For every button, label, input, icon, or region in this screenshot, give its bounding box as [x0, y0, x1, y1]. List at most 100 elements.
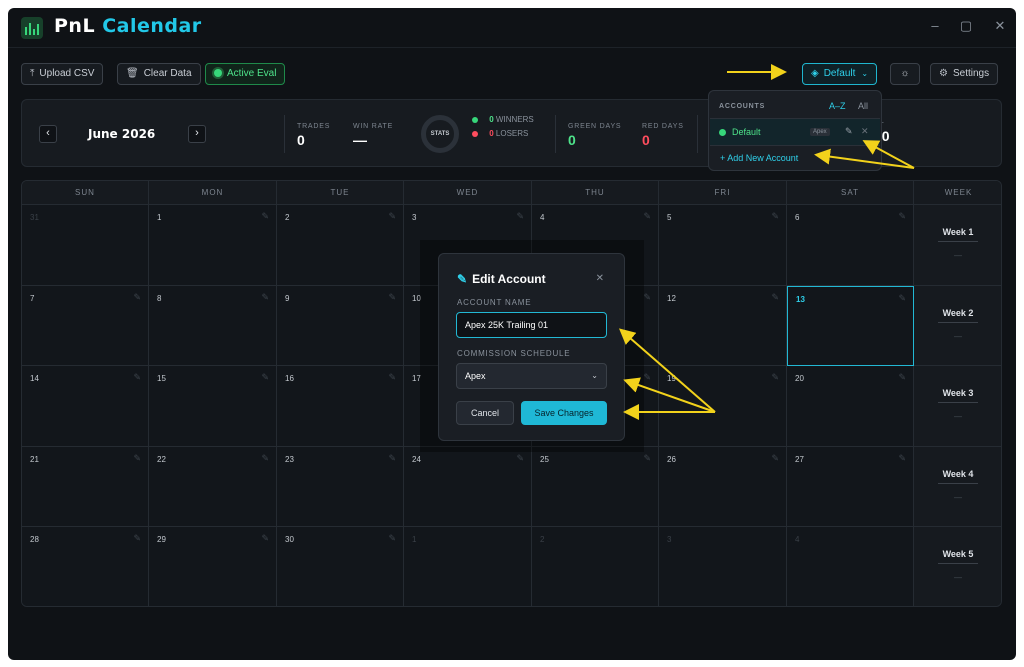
week-value: — [954, 412, 962, 421]
edit-day-icon[interactable]: ✎ [261, 372, 269, 383]
edit-day-icon[interactable]: ✎ [388, 211, 396, 222]
delete-account-icon[interactable]: ✕ [861, 126, 869, 137]
clear-data-button[interactable]: 🗑 Clear Data [117, 63, 201, 85]
close-window-icon[interactable]: ✕ [992, 18, 1008, 34]
day-cell[interactable]: 31 [22, 205, 149, 286]
sort-az-button[interactable]: A–Z [829, 101, 846, 111]
commission-schedule-select[interactable]: Apex ⌄ [456, 363, 607, 389]
day-cell[interactable]: 2 [532, 527, 659, 606]
account-name-field[interactable] [456, 312, 607, 338]
edit-day-icon[interactable]: ✎ [516, 211, 524, 222]
edit-day-icon[interactable]: ✎ [643, 211, 651, 222]
edit-day-icon[interactable]: ✎ [388, 453, 396, 464]
win-rate-label: WIN RATE [353, 123, 394, 130]
upload-csv-button[interactable]: ⤒ Upload CSV [21, 63, 104, 85]
edit-day-icon[interactable]: ✎ [898, 211, 906, 222]
edit-day-icon[interactable]: ✎ [898, 293, 906, 304]
day-cell[interactable]: 8 ✎ [149, 285, 277, 366]
edit-day-icon[interactable]: ✎ [643, 292, 651, 303]
day-cell[interactable]: 27 ✎ [787, 446, 914, 527]
active-eval-button[interactable]: Active Eval [205, 63, 286, 85]
day-cell[interactable]: 13 ✎ [787, 285, 914, 366]
day-cell[interactable]: 26 ✎ [659, 446, 787, 527]
day-cell[interactable]: 1 [404, 527, 532, 606]
active-status-dot-icon [214, 69, 222, 77]
edit-day-icon[interactable]: ✎ [388, 533, 396, 544]
edit-day-icon[interactable]: ✎ [388, 372, 396, 383]
day-cell[interactable]: 19 ✎ [659, 366, 787, 447]
next-month-button[interactable]: › [188, 125, 206, 143]
edit-day-icon[interactable]: ✎ [261, 533, 269, 544]
day-cell[interactable]: 20 ✎ [787, 366, 914, 447]
filter-all-button[interactable]: All [858, 101, 868, 111]
day-cell[interactable]: 16 ✎ [277, 366, 404, 447]
edit-day-icon[interactable]: ✎ [771, 292, 779, 303]
close-icon[interactable]: ✕ [596, 273, 604, 284]
day-number: 30 [285, 535, 294, 544]
edit-day-icon[interactable]: ✎ [771, 453, 779, 464]
app-window: PnL Calendar – ▢ ✕ ⤒ Upload CSV 🗑 Clear Da… [8, 8, 1016, 660]
day-cell[interactable]: 1 ✎ [149, 205, 277, 286]
day-cell[interactable]: 7 ✎ [22, 285, 149, 366]
theme-toggle-button[interactable]: ☼ [890, 63, 920, 85]
day-cell[interactable]: 21 ✎ [22, 446, 149, 527]
header-thu: THU [532, 181, 659, 205]
edit-day-icon[interactable]: ✎ [133, 453, 141, 464]
prev-month-button[interactable]: ‹ [39, 125, 57, 143]
day-cell[interactable]: 25 ✎ [532, 446, 659, 527]
accounts-dropdown: ACCOUNTS A–Z All Default Apex ✎ ✕ + Add … [708, 90, 882, 171]
edit-day-icon[interactable]: ✎ [261, 292, 269, 303]
edit-day-icon[interactable]: ✎ [261, 453, 269, 464]
upload-icon: ⤒ [30, 68, 35, 79]
edit-day-icon[interactable]: ✎ [133, 292, 141, 303]
day-cell[interactable]: 2 ✎ [277, 205, 404, 286]
minimize-icon[interactable]: – [927, 18, 943, 33]
edit-day-icon[interactable]: ✎ [643, 453, 651, 464]
week-value: — [954, 573, 962, 582]
day-cell[interactable]: 6 ✎ [787, 205, 914, 286]
edit-day-icon[interactable]: ✎ [898, 453, 906, 464]
commission-schedule-value: Apex [465, 371, 486, 381]
day-cell[interactable]: 22 ✎ [149, 446, 277, 527]
day-cell[interactable]: 3 [659, 527, 787, 606]
account-selector-button[interactable]: ◈ Default ⌄ [802, 63, 878, 85]
edit-account-icon[interactable]: ✎ [845, 126, 853, 137]
day-cell[interactable]: 29 ✎ [149, 527, 277, 606]
stats-ring: STATS [421, 115, 459, 153]
day-cell[interactable]: 30 ✎ [277, 527, 404, 606]
day-number: 5 [667, 213, 672, 222]
account-item-default[interactable]: Default Apex ✎ ✕ [710, 118, 880, 146]
day-cell[interactable]: 9 ✎ [277, 285, 404, 366]
day-number: 4 [540, 213, 545, 222]
edit-day-icon[interactable]: ✎ [388, 292, 396, 303]
edit-day-icon[interactable]: ✎ [516, 453, 524, 464]
app-title: PnL Calendar [54, 15, 202, 37]
accounts-heading: ACCOUNTS [719, 103, 766, 110]
week-value: — [954, 492, 962, 502]
day-cell[interactable]: 15 ✎ [149, 366, 277, 447]
day-cell[interactable]: 14 ✎ [22, 366, 149, 447]
edit-day-icon[interactable]: ✎ [133, 533, 141, 544]
account-selector-label: Default [823, 68, 856, 79]
edit-day-icon[interactable]: ✎ [133, 372, 141, 383]
day-cell[interactable]: 23 ✎ [277, 446, 404, 527]
edit-day-icon[interactable]: ✎ [261, 211, 269, 222]
edit-day-icon[interactable]: ✎ [898, 372, 906, 383]
maximize-icon[interactable]: ▢ [958, 18, 974, 34]
add-new-account-button[interactable]: + Add New Account [720, 153, 798, 163]
save-changes-button[interactable]: Save Changes [521, 401, 607, 425]
day-cell[interactable]: 12 ✎ [659, 285, 787, 366]
trades-label: TRADES [297, 123, 331, 130]
day-cell[interactable]: 5 ✎ [659, 205, 787, 286]
day-cell[interactable]: 24 ✎ [404, 446, 532, 527]
cancel-button[interactable]: Cancel [456, 401, 514, 425]
day-number: 28 [30, 535, 39, 544]
edit-day-icon[interactable]: ✎ [643, 372, 651, 383]
day-cell[interactable]: 4 [787, 527, 914, 606]
winners-count: 0 [489, 115, 494, 124]
settings-button[interactable]: ⚙ Settings [930, 63, 999, 85]
edit-day-icon[interactable]: ✎ [771, 211, 779, 222]
day-number: 23 [285, 454, 294, 464]
day-cell[interactable]: 28 ✎ [22, 527, 149, 606]
edit-day-icon[interactable]: ✎ [771, 372, 779, 383]
